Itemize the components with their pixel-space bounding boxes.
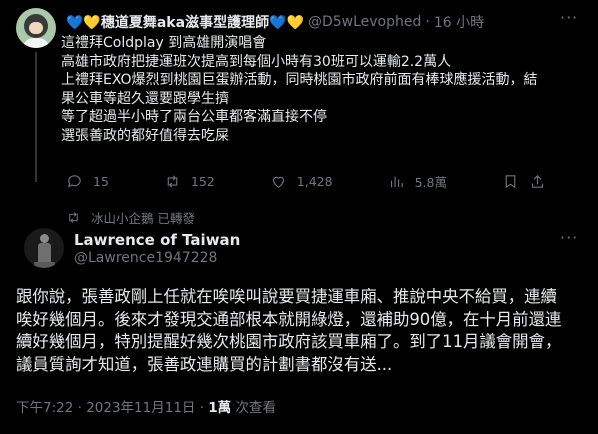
tweet-line: 果公車等超久還要跟學生擠 [61,90,229,107]
avatar-statue-head [40,234,49,243]
display-name[interactable]: 💙💛穗道夏舞aka滋事型護理師💙💛 [66,12,304,32]
retweet-icon [69,212,78,223]
retweet-count: 152 [190,174,215,189]
retweet-button[interactable]: 152 [164,172,215,191]
views-icon [390,176,403,188]
views-button[interactable]: 5.8萬 [388,172,447,191]
avatar-statue-base [34,262,55,268]
like-count: 1,428 [296,174,333,189]
bookmark-share-group [502,172,546,191]
share-icon[interactable] [529,173,546,190]
avatar[interactable] [24,228,64,268]
tweet-meta: 下午7:22 · 2023年11月11日 · 1萬 次查看 [16,396,276,416]
like-icon [272,176,284,188]
separator: · [425,14,430,30]
avatar-body [22,38,50,48]
tweet-line: 等了超過半小時了兩台公車都客滿直接不停 [61,109,327,125]
avatar[interactable] [16,8,56,48]
reply-button[interactable]: 15 [66,172,109,191]
tweet-line: 高雄市政府把捷運班次提高到每個小時有30班可以運輸2.2萬人 [61,53,452,70]
like-button[interactable]: 1,428 [270,172,333,191]
tweet-text: 這禮拜Coldplay 到高雄開演唱會 高雄市政府把捷運班次提高到每個小時有30… [61,34,586,145]
tweet-line: 續好幾個月，特別提醒好幾次桃園市政府該買車廂了。到了11月議會開會， [16,332,562,351]
retweet-indicator[interactable]: 冰山小企鵝 已轉發 [66,208,195,227]
tweet-line: 跟你說，張善政剛上任就在唉唉叫說要買捷運車廂、推說中央不給買，連續 [16,287,557,306]
action-bar: 15 152 1,428 5.8萬 [66,172,546,191]
avatar-statue-body [38,243,51,263]
avatar-face [29,22,43,34]
bookmark-icon[interactable] [502,173,519,190]
thread-line [35,52,37,182]
views-label: 次查看 [231,400,276,416]
handle[interactable]: @Lawrence1947228 [74,250,217,266]
display-name[interactable]: Lawrence of Taiwan [74,231,240,249]
more-icon[interactable]: ··· [560,228,578,247]
tweet-line: 上禮拜EXO爆烈到桃園巨蛋辦活動，同時桃園市政府前面有棒球應援活動，結 [61,72,538,88]
more-icon[interactable]: ··· [560,8,578,27]
tweet-timestamp[interactable]: 下午7:22 · 2023年11月11日 · [16,400,208,416]
tweet-time[interactable]: 16 小時 [434,12,484,32]
tweet-line: 唉好幾個月。後來才發現交通部根本就開綠燈，還補助90億，在十月前還連 [16,309,562,329]
tweet-header: 💙💛穗道夏舞aka滋事型護理師💙💛 @D5wLevophed · 16 小時 [66,12,484,32]
reply-icon [67,175,81,188]
retweet-label: 冰山小企鵝 已轉發 [91,211,195,226]
tweet-line: 選張善政的都好值得去吃屎 [61,127,229,144]
handle[interactable]: @D5wLevophed [308,14,421,30]
reply-count: 15 [93,174,109,189]
views-count: 1萬 [208,400,232,416]
tweet-line: 議員質詢才知道，張善政連購買的計劃書都沒有送... [16,354,393,374]
retweet-icon [167,175,178,188]
tweet-line: 這禮拜Coldplay 到高雄開演唱會 [61,35,267,51]
tweet-text: 跟你說，張善政剛上任就在唉唉叫說要買捷運車廂、推說中央不給買，連續 唉好幾個月。… [16,286,588,376]
views-count: 5.8萬 [414,175,447,190]
